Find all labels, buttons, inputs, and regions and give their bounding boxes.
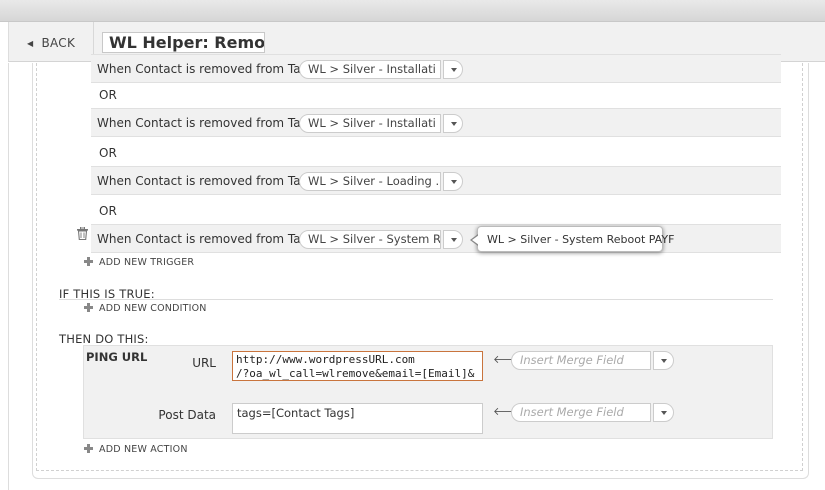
add-new-condition-link[interactable]: ADD NEW CONDITION bbox=[84, 302, 207, 314]
tag-dropdown-button[interactable] bbox=[443, 60, 463, 79]
trigger-label: When Contact is removed from Tag: bbox=[97, 174, 313, 188]
content-area: When Contact is removed from Tag: WL > S… bbox=[8, 54, 825, 490]
url-input[interactable]: http://www.wordpressURL.com /?oa_wl_call… bbox=[232, 351, 483, 381]
trigger-row: When Contact is removed from Tag: WL > S… bbox=[91, 166, 781, 195]
tag-select[interactable]: WL > Silver - Loading ... bbox=[299, 172, 441, 191]
back-button[interactable]: ◀ BACK bbox=[27, 36, 75, 50]
trigger-row: When Contact is removed from Tag: WL > S… bbox=[91, 224, 781, 253]
or-label: OR bbox=[99, 204, 117, 218]
campaign-title-input[interactable]: WL Helper: Remove bbox=[102, 32, 265, 53]
post-data-label: Post Data bbox=[158, 408, 216, 422]
merge-dropdown-button[interactable] bbox=[653, 403, 674, 422]
plus-icon bbox=[84, 444, 93, 453]
trash-icon[interactable] bbox=[77, 227, 88, 240]
or-label: OR bbox=[99, 88, 117, 102]
add-action-label: ADD NEW ACTION bbox=[99, 444, 188, 455]
post-data-input[interactable]: tags=[Contact Tags] bbox=[232, 403, 483, 434]
tag-dropdown-button[interactable] bbox=[443, 114, 463, 133]
add-condition-label: ADD NEW CONDITION bbox=[99, 303, 207, 314]
or-label: OR bbox=[99, 146, 117, 160]
trigger-label: When Contact is removed from Tag: bbox=[97, 62, 313, 76]
top-strip bbox=[0, 0, 825, 22]
back-label: BACK bbox=[41, 36, 76, 50]
condition-divider bbox=[59, 299, 773, 300]
plus-icon bbox=[84, 257, 93, 266]
tag-dropdown-button[interactable] bbox=[443, 172, 463, 191]
tag-select[interactable]: WL > Silver - Installati ... bbox=[299, 114, 441, 133]
trigger-label: When Contact is removed from Tag: bbox=[97, 116, 313, 130]
add-new-trigger-link[interactable]: ADD NEW TRIGGER bbox=[84, 256, 194, 268]
action-heading: THEN DO THIS: bbox=[59, 332, 149, 346]
tag-tooltip: WL > Silver - System Reboot PAYF bbox=[470, 226, 674, 252]
trigger-row: When Contact is removed from Tag: WL > S… bbox=[91, 54, 781, 83]
url-label: URL bbox=[192, 356, 216, 370]
tag-select[interactable]: WL > Silver - System R... bbox=[299, 230, 441, 249]
tag-dropdown-button[interactable] bbox=[443, 230, 463, 249]
merge-field-select[interactable]: Insert Merge Field bbox=[511, 351, 651, 370]
trigger-row: When Contact is removed from Tag: WL > S… bbox=[91, 108, 781, 137]
ping-url-action: PING URL URL http://www.wordpressURL.com… bbox=[83, 345, 773, 439]
trigger-label: When Contact is removed from Tag: bbox=[97, 232, 313, 246]
back-arrow-icon: ◀ bbox=[27, 39, 34, 48]
add-new-action-link[interactable]: ADD NEW ACTION bbox=[84, 443, 188, 455]
tag-select[interactable]: WL > Silver - Installati ... bbox=[299, 60, 441, 79]
merge-dropdown-button[interactable] bbox=[653, 351, 674, 370]
add-trigger-label: ADD NEW TRIGGER bbox=[99, 257, 195, 268]
merge-field-select[interactable]: Insert Merge Field bbox=[511, 403, 651, 422]
plus-icon bbox=[84, 303, 93, 312]
